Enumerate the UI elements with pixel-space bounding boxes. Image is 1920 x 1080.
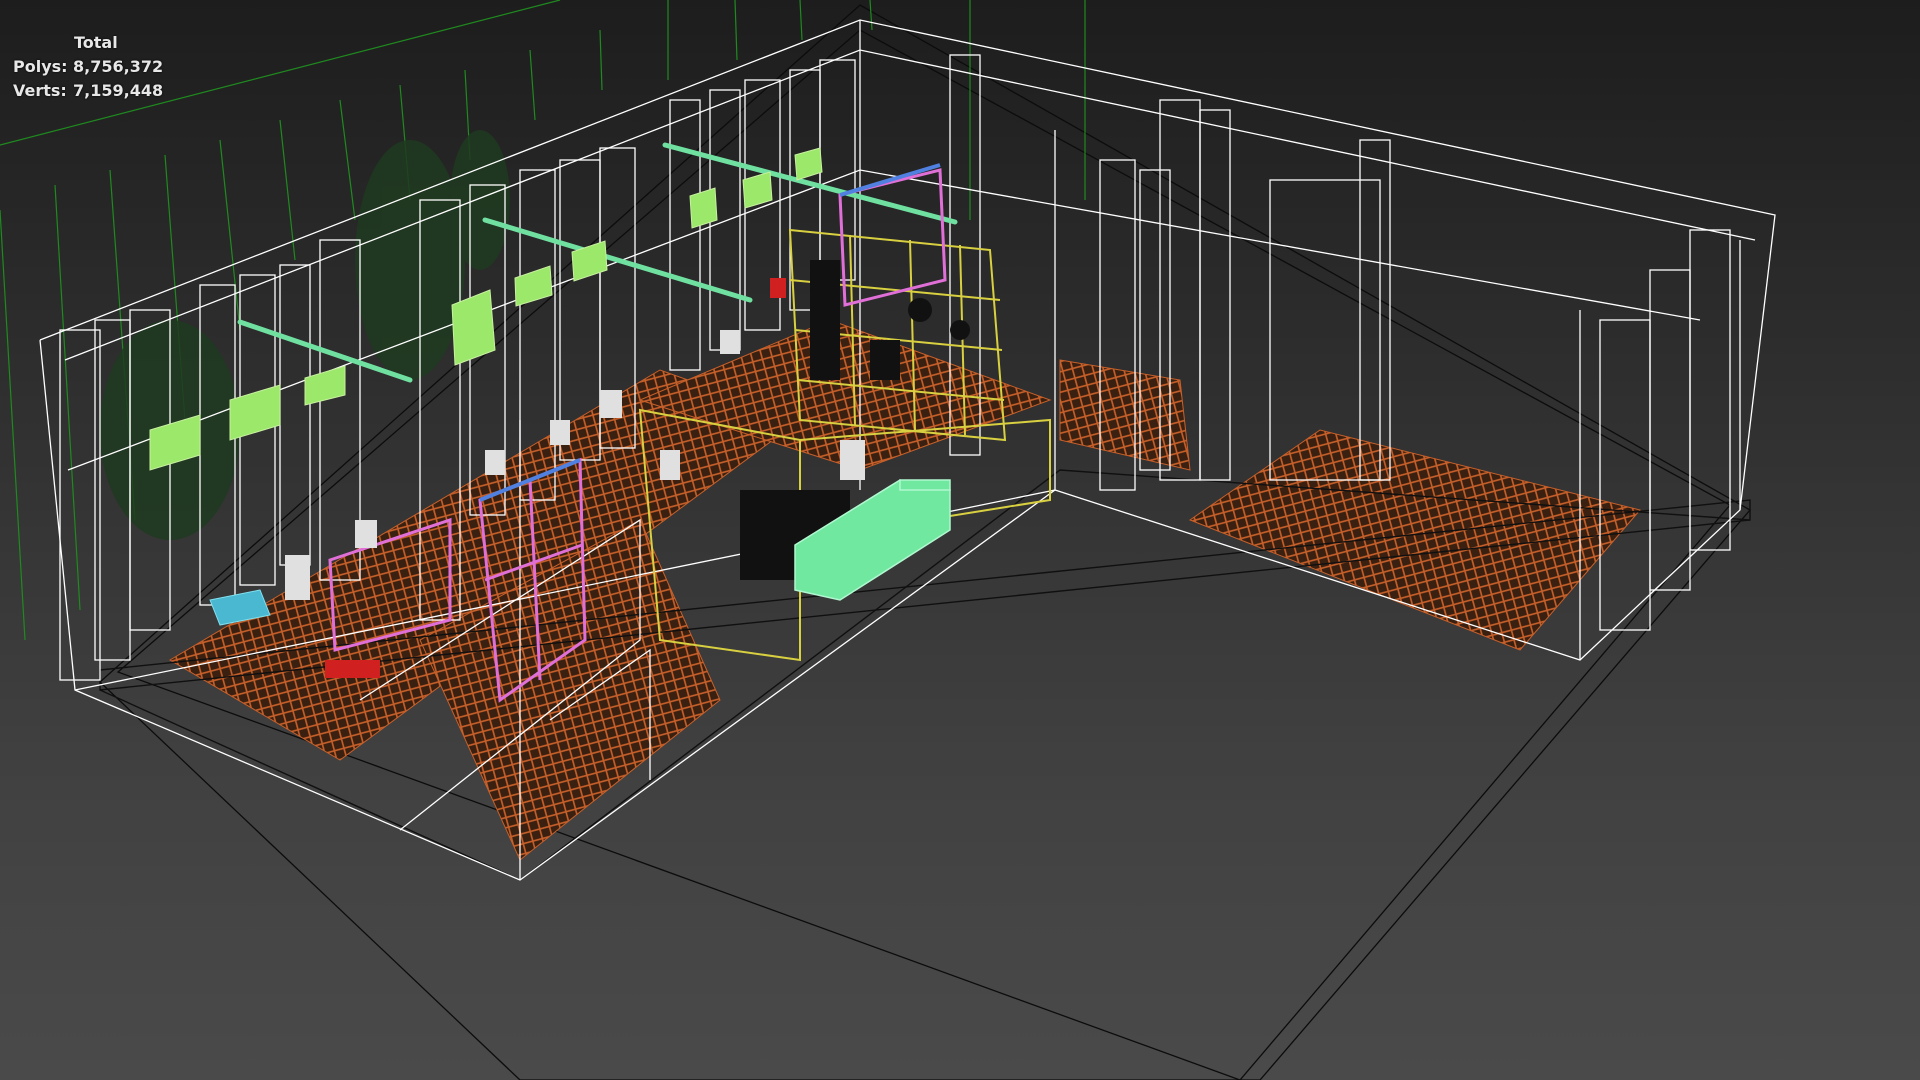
verts-row: Verts: 7,159,448 [13, 79, 163, 103]
floor-herringbone [169, 319, 1641, 861]
plant-foliage [100, 130, 510, 540]
red-cushion [325, 660, 380, 678]
verts-label: Verts: [13, 81, 67, 100]
polys-label: Polys: [13, 57, 68, 76]
verts-value: 7,159,448 [73, 81, 164, 100]
polys-value: 8,756,372 [73, 57, 164, 76]
wireframe-scene[interactable] [0, 0, 1920, 1080]
3d-viewport[interactable]: Total Polys: 8,756,372 Verts: 7,159,448 [0, 0, 1920, 1080]
polys-row: Polys: 8,756,372 [13, 55, 163, 79]
polygon-stats-overlay: Total Polys: 8,756,372 Verts: 7,159,448 [13, 31, 163, 103]
stats-title: Total [74, 33, 118, 52]
red-object [770, 278, 786, 298]
